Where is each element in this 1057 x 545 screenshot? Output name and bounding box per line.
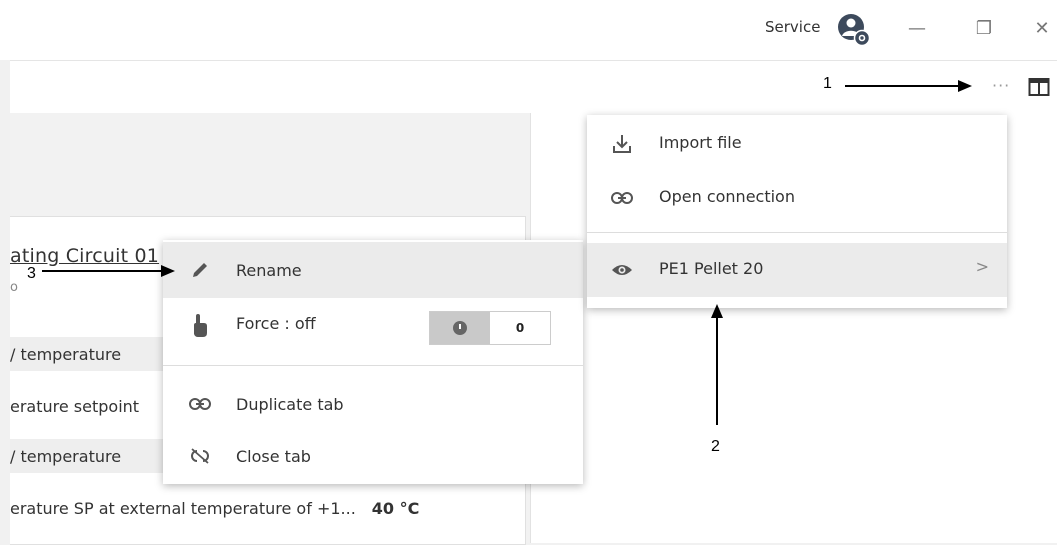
callout-arrowhead-3: [161, 265, 175, 277]
callout-arrowhead-2: [711, 304, 723, 318]
annotation-arrows: [42, 80, 972, 425]
callout-arrowhead-1: [958, 80, 972, 92]
